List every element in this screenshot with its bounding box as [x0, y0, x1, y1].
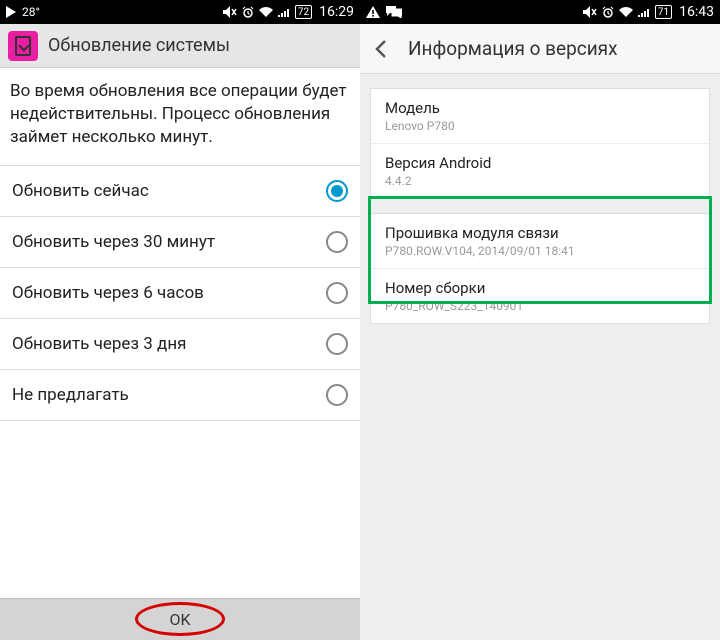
radio-icon	[326, 282, 348, 304]
header-bar: Информация о версиях	[360, 24, 720, 74]
status-bar: 71 16:43	[360, 0, 720, 24]
temperature: 28°	[22, 5, 40, 19]
radio-icon	[326, 384, 348, 406]
option-label: Обновить сейчас	[12, 181, 149, 201]
wifi-icon	[259, 7, 273, 17]
option-update-6h[interactable]: Обновить через 6 часов	[0, 268, 360, 319]
option-label: Обновить через 6 часов	[12, 283, 204, 303]
screen-version-info: 71 16:43 Информация о версиях Модель Len…	[360, 0, 720, 640]
radio-icon	[326, 333, 348, 355]
back-icon[interactable]	[370, 37, 394, 61]
mute-icon	[583, 6, 597, 18]
signal-icon	[278, 7, 290, 17]
option-label: Обновить через 3 дня	[12, 334, 186, 354]
status-bar: 28° 72 16:29	[0, 0, 360, 24]
option-label: Обновить через 30 минут	[12, 232, 215, 252]
clock: 16:43	[679, 4, 714, 20]
update-options-list: Обновить сейчас Обновить через 30 минут …	[0, 165, 360, 421]
header-title: Информация о версиях	[408, 37, 618, 60]
battery-indicator: 72	[295, 5, 312, 19]
info-baseband[interactable]: Прошивка модуля связи P780.ROW.V104, 201…	[371, 214, 709, 269]
option-update-3d[interactable]: Обновить через 3 дня	[0, 319, 360, 370]
mute-icon	[223, 6, 237, 18]
info-android-version[interactable]: Версия Android 4.4.2	[371, 144, 709, 198]
info-value: 4.4.2	[385, 174, 695, 188]
radio-icon	[326, 180, 348, 202]
info-group-2: Прошивка модуля связи P780.ROW.V104, 201…	[370, 213, 710, 324]
info-label: Модель	[385, 99, 695, 117]
page-title: Обновление системы	[48, 35, 230, 56]
alarm-icon	[602, 6, 614, 18]
info-build-number[interactable]: Номер сборки P780_ROW_S223_140901	[371, 269, 709, 323]
info-group-1: Модель Lenovo P780 Версия Android 4.4.2	[370, 88, 710, 199]
play-icon	[6, 6, 16, 18]
radio-icon	[326, 231, 348, 253]
chat-icon	[386, 6, 402, 18]
ok-button[interactable]: OK	[0, 598, 360, 640]
info-value: Lenovo P780	[385, 119, 695, 133]
info-model[interactable]: Модель Lenovo P780	[371, 89, 709, 144]
option-update-30min[interactable]: Обновить через 30 минут	[0, 217, 360, 268]
alarm-icon	[242, 6, 254, 18]
warning-icon	[366, 6, 380, 18]
battery-indicator: 71	[655, 5, 672, 19]
option-update-now[interactable]: Обновить сейчас	[0, 166, 360, 217]
info-value: P780.ROW.V104, 2014/09/01 18:41	[385, 244, 695, 258]
update-description: Во время обновления все операции будет н…	[0, 68, 360, 165]
wifi-icon	[619, 7, 633, 17]
option-label: Не предлагать	[12, 385, 129, 405]
clock: 16:29	[319, 4, 354, 20]
info-value: P780_ROW_S223_140901	[385, 299, 695, 313]
screen-system-update: 28° 72 16:29 Обновление системы Во время…	[0, 0, 360, 640]
ok-label: OK	[169, 610, 190, 629]
info-label: Прошивка модуля связи	[385, 224, 695, 242]
option-dont-offer[interactable]: Не предлагать	[0, 370, 360, 421]
title-bar: Обновление системы	[0, 24, 360, 68]
info-label: Версия Android	[385, 154, 695, 172]
info-label: Номер сборки	[385, 279, 695, 297]
signal-icon	[638, 7, 650, 17]
system-update-icon	[8, 31, 38, 61]
